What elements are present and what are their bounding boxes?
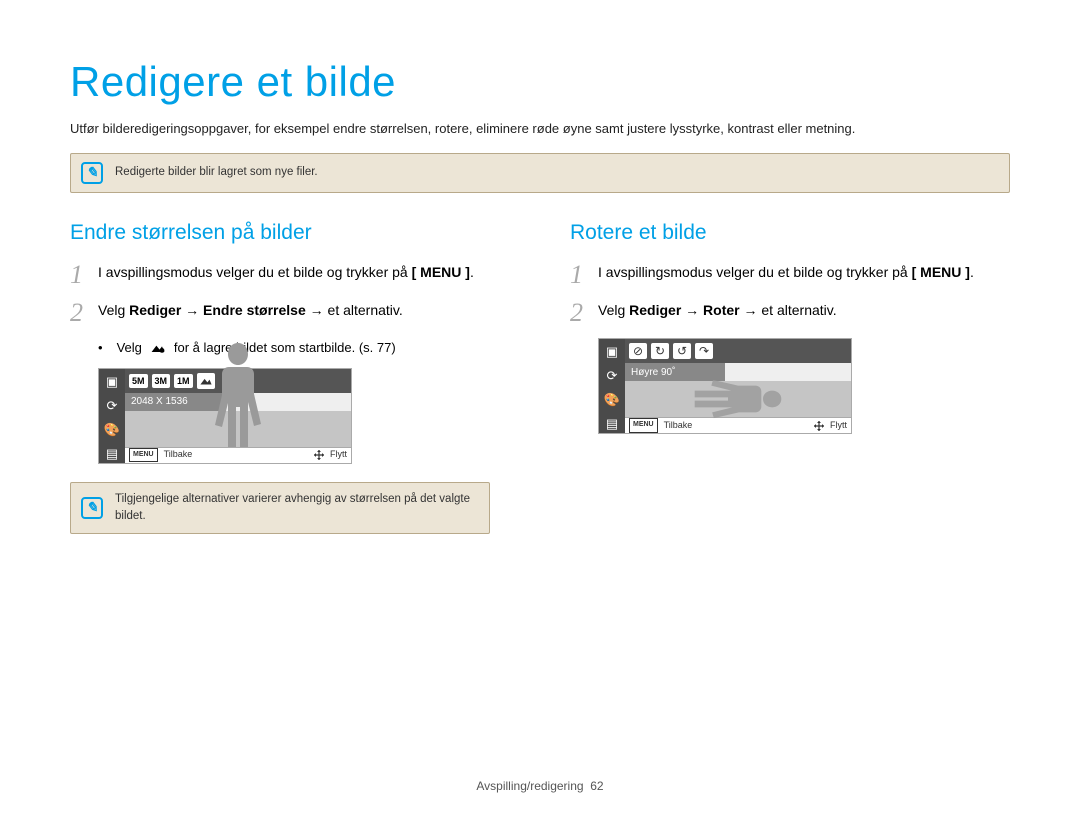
step-number-1: 1: [570, 262, 588, 288]
note-top-text: Redigerte bilder blir lagret som nye fil…: [115, 164, 318, 181]
palette-icon: 🎨: [103, 421, 121, 439]
step-number-1: 1: [70, 262, 88, 288]
person-silhouette-icon: [208, 343, 268, 447]
bullet-dot: [98, 338, 109, 358]
nav-cross-icon: [814, 421, 824, 431]
heading-rotate: Rotere et bilde: [570, 217, 1010, 249]
footer-section: Avspilling/redigering: [476, 779, 583, 793]
adjust-icon: ▤: [103, 445, 121, 463]
cam-back-label: Tilbake: [664, 419, 693, 433]
resize-step2-suffix: et alternativ.: [328, 302, 403, 318]
rotate-step2-suffix: et alternativ.: [761, 302, 836, 318]
cam-menu-badge: MENU: [629, 418, 658, 433]
opt-3m: 3M: [152, 374, 171, 388]
adjust-icon: ▤: [603, 415, 621, 433]
bullet-text-a: Velg: [117, 338, 142, 358]
cam-sidebar: ▣ ⟳ 🎨 ▤: [99, 369, 125, 463]
palette-icon: 🎨: [603, 391, 621, 409]
rotate-left-icon: ↺: [673, 343, 691, 359]
step-number-2: 2: [70, 300, 88, 326]
step-number-2: 2: [570, 300, 588, 326]
rotate-180-icon: ↷: [695, 343, 713, 359]
note-icon: ✎: [81, 497, 103, 519]
rotate-step1-text: I avspillingsmodus velger du et bilde og…: [598, 264, 912, 280]
arrow: →: [681, 302, 703, 318]
resize-bullet: Velg for å lagre bildet som startbilde. …: [98, 338, 510, 358]
rotate-step1: 1 I avspillingsmodus velger du et bilde …: [570, 262, 1010, 288]
rotate-icon: ⟳: [103, 397, 121, 415]
rotate-step2-prefix: Velg: [598, 302, 629, 318]
resize-step2: 2 Velg Rediger → Endre størrelse → et al…: [70, 300, 510, 326]
rotate-step1-dot: .: [970, 264, 974, 280]
start-image-icon: [150, 342, 166, 354]
note-bottom-box: ✎ Tilgjengelige alternativer varierer av…: [70, 482, 490, 535]
resize-step2-prefix: Velg: [98, 302, 129, 318]
note-icon: ✎: [81, 162, 103, 184]
rotate-step2-cmd: Roter: [703, 302, 740, 318]
cam-menu-badge: MENU: [129, 448, 158, 463]
camera-screenshot-rotate: ▣ ⟳ 🎨 ▤ ⊘ ↻ ↺ ↷ Høyre 90˚: [598, 338, 852, 434]
menu-button-label: [ MENU ]: [912, 264, 970, 280]
resize-step1: 1 I avspillingsmodus velger du et bilde …: [70, 262, 510, 288]
resize-step2-edit: Rediger: [129, 302, 181, 318]
opt-5m: 5M: [129, 374, 148, 388]
rotate-off-icon: ⊘: [629, 343, 647, 359]
cam-sidebar: ▣ ⟳ 🎨 ▤: [599, 339, 625, 433]
col-resize: Endre størrelsen på bilder 1 I avspillin…: [70, 217, 510, 559]
menu-button-label: [ MENU ]: [412, 264, 470, 280]
resize-step2-cmd: Endre størrelse: [203, 302, 306, 318]
cam-preview: [625, 381, 851, 417]
rotate-step2-edit: Rediger: [629, 302, 681, 318]
resize-icon: ▣: [603, 343, 621, 361]
cam-bottom-bar: MENU Tilbake Flytt: [125, 447, 351, 463]
rotate-step2: 2 Velg Rediger → Roter → et alternativ.: [570, 300, 1010, 326]
rotate-icon: ⟳: [603, 367, 621, 385]
note-top-box: ✎ Redigerte bilder blir lagret som nye f…: [70, 153, 1010, 193]
camera-screenshot-resize: ▣ ⟳ 🎨 ▤ 5M 3M 1M 2048 X 1536: [98, 368, 352, 464]
page-intro: Utfør bilderedigeringsoppgaver, for ekse…: [70, 119, 1010, 139]
arrow: →: [181, 302, 203, 318]
page-footer: Avspilling/redigering 62: [0, 777, 1080, 795]
col-rotate: Rotere et bilde 1 I avspillingsmodus vel…: [570, 217, 1010, 559]
footer-page-number: 62: [590, 779, 603, 793]
rotate-right-icon: ↻: [651, 343, 669, 359]
nav-cross-icon: [314, 450, 324, 460]
person-silhouette-rotated-icon: [694, 374, 782, 424]
cam-top-options: ⊘ ↻ ↺ ↷: [625, 339, 851, 363]
heading-resize: Endre størrelsen på bilder: [70, 217, 510, 249]
arrow: →: [740, 302, 762, 318]
cam-move-label: Flytt: [330, 448, 347, 462]
cam-back-label: Tilbake: [164, 448, 193, 462]
cam-preview: [125, 411, 351, 447]
cam-move-label: Flytt: [830, 419, 847, 433]
arrow: →: [306, 302, 328, 318]
resize-step1-text: I avspillingsmodus velger du et bilde og…: [98, 264, 412, 280]
opt-1m: 1M: [174, 374, 193, 388]
resize-step1-dot: .: [470, 264, 474, 280]
note-bottom-text: Tilgjengelige alternativer varierer avhe…: [115, 491, 479, 526]
resize-icon: ▣: [103, 373, 121, 391]
page-title: Redigere et bilde: [70, 50, 1010, 113]
